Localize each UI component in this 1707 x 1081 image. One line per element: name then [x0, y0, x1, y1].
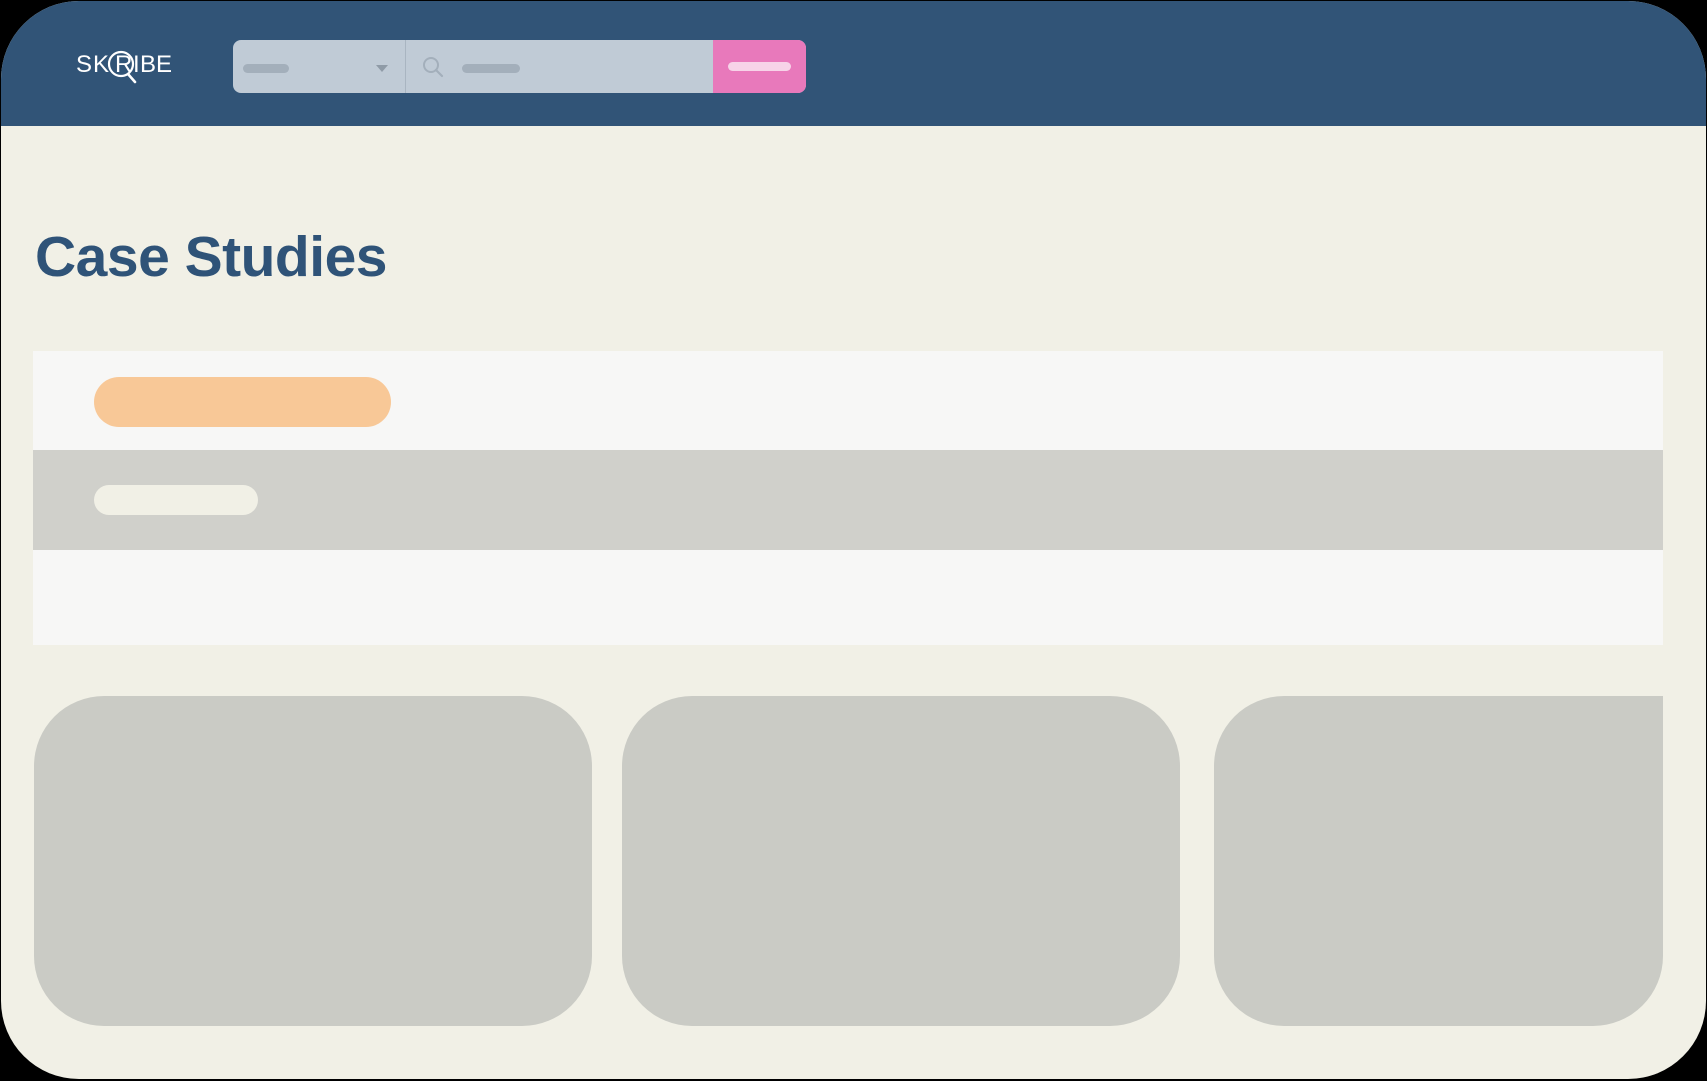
filter-row — [33, 550, 1663, 645]
search-bar — [233, 40, 806, 93]
svg-text:R: R — [115, 51, 132, 78]
skribe-logo[interactable]: S K R I BE — [75, 41, 175, 93]
page-title: Case Studies — [35, 225, 387, 289]
chevron-down-icon — [376, 65, 388, 72]
filter-panel — [33, 351, 1663, 645]
filter-row — [33, 351, 1663, 450]
logo-mark: S K R I BE — [76, 50, 172, 84]
case-study-card[interactable] — [622, 696, 1180, 1026]
svg-text:S: S — [76, 51, 93, 78]
search-icon — [423, 57, 444, 78]
filter-chip-active[interactable] — [94, 377, 391, 427]
svg-text:BE: BE — [140, 51, 172, 78]
top-header: S K R I BE — [1, 1, 1706, 126]
svg-text:K: K — [93, 51, 109, 78]
case-study-card[interactable] — [1214, 696, 1663, 1026]
app-frame: S K R I BE Case Studies — [1, 1, 1706, 1079]
category-select[interactable] — [233, 40, 406, 93]
search-input-placeholder — [462, 64, 520, 73]
filter-chip[interactable] — [94, 485, 258, 515]
case-study-card[interactable] — [34, 696, 592, 1026]
svg-text:I: I — [133, 51, 140, 78]
category-select-placeholder — [243, 64, 289, 73]
search-button[interactable] — [713, 40, 806, 93]
filter-row — [33, 450, 1663, 550]
search-input[interactable] — [406, 40, 746, 93]
search-button-label — [728, 62, 791, 71]
